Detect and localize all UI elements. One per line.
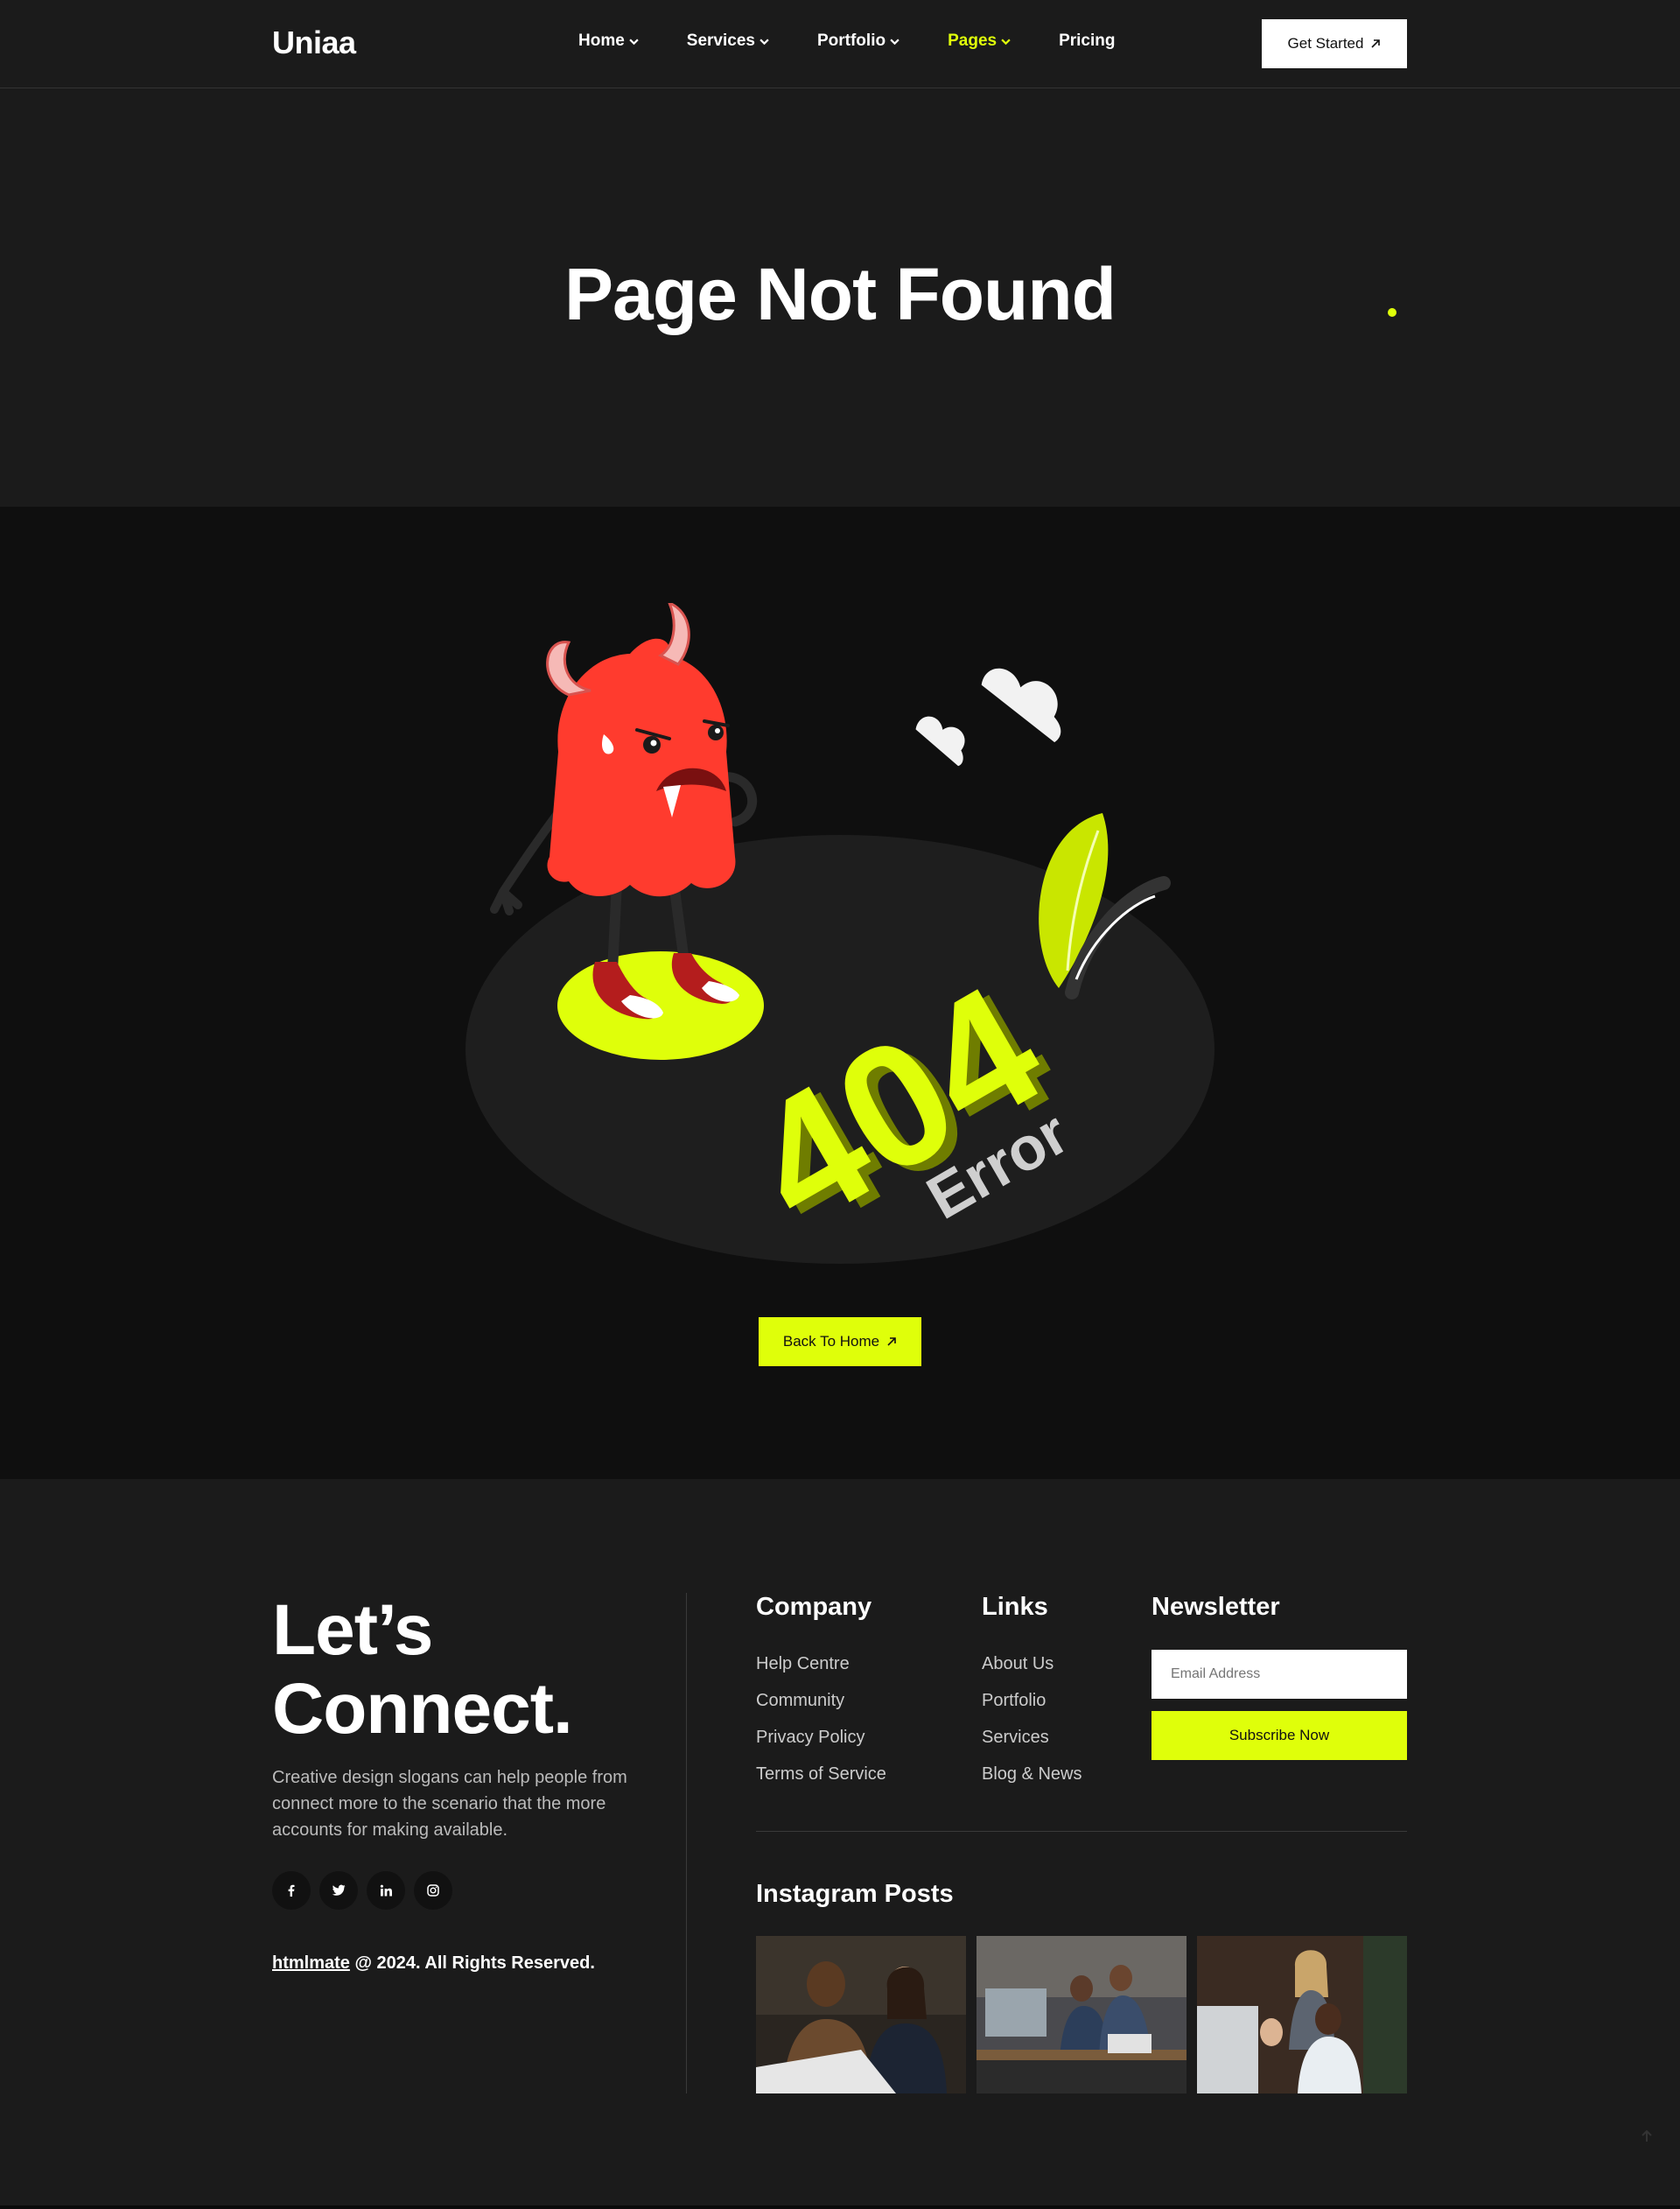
company-title: Company <box>756 1593 872 1621</box>
chevron-down-icon <box>890 39 900 45</box>
link-about-us[interactable]: About Us <box>982 1651 1082 1687</box>
instagram-post[interactable] <box>976 1936 1186 2093</box>
twitter-icon[interactable] <box>319 1871 358 1910</box>
instagram-title: Instagram Posts <box>756 1880 954 1908</box>
nav-label-pages: Pages <box>948 32 998 50</box>
site-logo[interactable]: Uniaa <box>272 25 356 61</box>
nav-item-home[interactable]: Home <box>578 32 639 51</box>
link-services[interactable]: Services <box>982 1724 1082 1761</box>
chevron-down-icon <box>760 39 769 45</box>
links-title: Links <box>982 1593 1048 1621</box>
cloud-icon <box>915 668 1061 767</box>
instagram-post[interactable] <box>1197 1936 1407 2093</box>
quick-links: About Us Portfolio Services Blog & News <box>982 1651 1082 1798</box>
footer-divider-horizontal <box>756 1831 1407 1832</box>
monster-body <box>547 638 736 897</box>
back-to-home-label: Back To Home <box>782 1333 880 1350</box>
instagram-icon[interactable] <box>414 1871 452 1910</box>
social-links <box>272 1871 452 1910</box>
link-help-centre[interactable]: Help Centre <box>756 1651 886 1687</box>
newsletter-title: Newsletter <box>1152 1593 1280 1621</box>
back-to-home-button[interactable]: Back To Home <box>759 1317 921 1366</box>
link-community[interactable]: Community <box>756 1687 886 1724</box>
linkedin-icon[interactable] <box>367 1871 405 1910</box>
footer-heading: Let’s Connect. <box>272 1590 573 1749</box>
email-field[interactable] <box>1152 1650 1407 1699</box>
nav-item-pricing[interactable]: Pricing <box>1059 32 1115 51</box>
link-portfolio[interactable]: Portfolio <box>982 1687 1082 1724</box>
page-banner: Page Not Found <box>0 89 1680 507</box>
chevron-down-icon <box>629 39 639 45</box>
copyright-link[interactable]: htmlmate <box>272 1953 350 1973</box>
link-terms-of-service[interactable]: Terms of Service <box>756 1761 886 1798</box>
site-header: Uniaa Home Services Portfolio Pages Pric… <box>0 0 1680 88</box>
get-started-label: Get Started <box>1287 35 1364 52</box>
page-title: Page Not Found <box>564 253 1116 335</box>
accent-dot <box>1388 308 1396 317</box>
footer-divider-vertical <box>686 1593 687 2093</box>
copyright: htmlmate @ 2024. All Rights Reserved. <box>272 1953 595 1974</box>
get-started-button[interactable]: Get Started <box>1262 19 1407 68</box>
nav-label-portfolio: Portfolio <box>816 32 886 50</box>
scroll-to-top-icon[interactable] <box>1638 2128 1656 2145</box>
404-illustration: 404 404 Error <box>466 603 1214 1269</box>
subscribe-button[interactable]: Subscribe Now <box>1152 1711 1407 1760</box>
arrow-up-right-icon <box>1371 39 1381 48</box>
instagram-post[interactable] <box>756 1936 966 2093</box>
footer-description: Creative design slogans can help people … <box>272 1768 627 1840</box>
link-blog-news[interactable]: Blog & News <box>982 1761 1082 1798</box>
nav-label-home: Home <box>578 32 625 50</box>
company-links: Help Centre Community Privacy Policy Ter… <box>756 1651 886 1798</box>
arrow-up-right-icon <box>887 1337 896 1346</box>
link-privacy-policy[interactable]: Privacy Policy <box>756 1724 886 1761</box>
copyright-text: @ 2024. All Rights Reserved. <box>354 1953 595 1973</box>
nav-item-portfolio[interactable]: Portfolio <box>817 32 900 51</box>
main-nav: Home Services Portfolio Pages Pricing <box>578 32 1115 51</box>
nav-item-pages[interactable]: Pages <box>948 32 1011 51</box>
nav-label-pricing: Pricing <box>1059 32 1116 50</box>
facebook-icon[interactable] <box>272 1871 311 1910</box>
nav-label-services: Services <box>686 32 755 50</box>
nav-item-services[interactable]: Services <box>687 32 769 51</box>
error-section: 404 404 Error Back To Home <box>0 507 1680 1479</box>
site-footer: Let’s Connect. Creative design slogans c… <box>0 1479 1680 2209</box>
yellow-pad <box>557 951 764 1060</box>
footer-bottom-bar <box>0 2205 1680 2209</box>
chevron-down-icon <box>1001 39 1011 45</box>
